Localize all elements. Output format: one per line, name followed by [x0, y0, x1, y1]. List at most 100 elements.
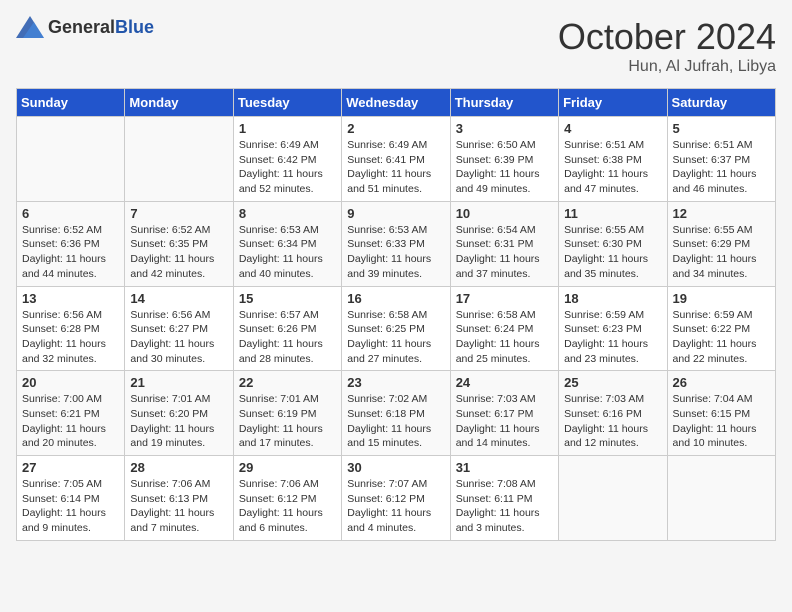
day-number: 2 [347, 121, 444, 136]
cell-info: Sunrise: 6:53 AMSunset: 6:34 PMDaylight:… [239, 223, 336, 282]
location-title: Hun, Al Jufrah, Libya [558, 58, 776, 76]
calendar-cell: 4 Sunrise: 6:51 AMSunset: 6:38 PMDaylight… [559, 117, 667, 202]
cell-info: Sunrise: 7:01 AMSunset: 6:19 PMDaylight:… [239, 392, 336, 451]
day-header-saturday: Saturday [667, 89, 775, 117]
calendar-cell: 2 Sunrise: 6:49 AMSunset: 6:41 PMDaylight… [342, 117, 450, 202]
cell-info: Sunrise: 7:07 AMSunset: 6:12 PMDaylight:… [347, 477, 444, 536]
calendar-cell: 20Sunrise: 7:00 AMSunset: 6:21 PMDayligh… [17, 371, 125, 456]
cell-info: Sunrise: 6:51 AMSunset: 6:38 PMDaylight:… [564, 138, 661, 197]
day-number: 10 [456, 206, 553, 221]
calendar-cell: 30 Sunrise: 7:07 AMSunset: 6:12 PMDayligh… [342, 456, 450, 541]
cell-info: Sunrise: 6:52 AMSunset: 6:35 PMDaylight:… [130, 223, 227, 282]
cell-info: Sunrise: 6:52 AMSunset: 6:36 PMDaylight:… [22, 223, 119, 282]
cell-info: Sunrise: 7:02 AMSunset: 6:18 PMDaylight:… [347, 392, 444, 451]
cell-info: Sunrise: 7:06 AMSunset: 6:12 PMDaylight:… [239, 477, 336, 536]
calendar-week-row: 6 Sunrise: 6:52 AMSunset: 6:36 PMDaylight… [17, 201, 776, 286]
day-number: 4 [564, 121, 661, 136]
day-number: 7 [130, 206, 227, 221]
calendar-cell: 22 Sunrise: 7:01 AMSunset: 6:19 PMDayligh… [233, 371, 341, 456]
cell-info: Sunrise: 7:00 AMSunset: 6:21 PMDaylight:… [22, 392, 119, 451]
day-number: 17 [456, 291, 553, 306]
day-number: 16 [347, 291, 444, 306]
day-number: 12 [673, 206, 770, 221]
day-number: 11 [564, 206, 661, 221]
cell-info: Sunrise: 7:04 AMSunset: 6:15 PMDaylight:… [673, 392, 770, 451]
day-number: 15 [239, 291, 336, 306]
day-number: 23 [347, 375, 444, 390]
calendar-cell: 29 Sunrise: 7:06 AMSunset: 6:12 PMDayligh… [233, 456, 341, 541]
calendar-cell: 7 Sunrise: 6:52 AMSunset: 6:35 PMDaylight… [125, 201, 233, 286]
calendar-cell: 25Sunrise: 7:03 AMSunset: 6:16 PMDayligh… [559, 371, 667, 456]
title-block: October 2024 Hun, Al Jufrah, Libya [558, 16, 776, 76]
page-header: GeneralBlue October 2024 Hun, Al Jufrah,… [16, 16, 776, 76]
calendar-cell [667, 456, 775, 541]
calendar-cell: 23 Sunrise: 7:02 AMSunset: 6:18 PMDayligh… [342, 371, 450, 456]
calendar-cell: 19Sunrise: 6:59 AMSunset: 6:22 PMDayligh… [667, 286, 775, 371]
calendar-cell: 8Sunrise: 6:53 AMSunset: 6:34 PMDaylight… [233, 201, 341, 286]
cell-info: Sunrise: 7:01 AMSunset: 6:20 PMDaylight:… [130, 392, 227, 451]
calendar-cell: 6 Sunrise: 6:52 AMSunset: 6:36 PMDaylight… [17, 201, 125, 286]
day-header-tuesday: Tuesday [233, 89, 341, 117]
calendar-cell: 1Sunrise: 6:49 AMSunset: 6:42 PMDaylight… [233, 117, 341, 202]
calendar-cell: 16 Sunrise: 6:58 AMSunset: 6:25 PMDayligh… [342, 286, 450, 371]
day-header-wednesday: Wednesday [342, 89, 450, 117]
calendar-cell: 5 Sunrise: 6:51 AMSunset: 6:37 PMDaylight… [667, 117, 775, 202]
day-header-thursday: Thursday [450, 89, 558, 117]
cell-info: Sunrise: 6:58 AMSunset: 6:24 PMDaylight:… [456, 308, 553, 367]
calendar-cell: 24Sunrise: 7:03 AMSunset: 6:17 PMDayligh… [450, 371, 558, 456]
calendar-cell: 31 Sunrise: 7:08 AMSunset: 6:11 PMDayligh… [450, 456, 558, 541]
cell-info: Sunrise: 6:55 AMSunset: 6:29 PMDaylight:… [673, 223, 770, 282]
cell-info: Sunrise: 7:03 AMSunset: 6:17 PMDaylight:… [456, 392, 553, 451]
day-number: 30 [347, 460, 444, 475]
calendar-cell: 13 Sunrise: 6:56 AMSunset: 6:28 PMDayligh… [17, 286, 125, 371]
cell-info: Sunrise: 6:50 AMSunset: 6:39 PMDaylight:… [456, 138, 553, 197]
cell-info: Sunrise: 7:08 AMSunset: 6:11 PMDaylight:… [456, 477, 553, 536]
calendar-cell: 11 Sunrise: 6:55 AMSunset: 6:30 PMDayligh… [559, 201, 667, 286]
cell-info: Sunrise: 6:56 AMSunset: 6:27 PMDaylight:… [130, 308, 227, 367]
cell-info: Sunrise: 6:59 AMSunset: 6:23 PMDaylight:… [564, 308, 661, 367]
day-number: 9 [347, 206, 444, 221]
logo-blue: Blue [115, 17, 154, 37]
cell-info: Sunrise: 6:56 AMSunset: 6:28 PMDaylight:… [22, 308, 119, 367]
day-header-monday: Monday [125, 89, 233, 117]
day-number: 14 [130, 291, 227, 306]
calendar-cell: 26 Sunrise: 7:04 AMSunset: 6:15 PMDayligh… [667, 371, 775, 456]
cell-info: Sunrise: 6:51 AMSunset: 6:37 PMDaylight:… [673, 138, 770, 197]
calendar-header-row: SundayMondayTuesdayWednesdayThursdayFrid… [17, 89, 776, 117]
day-number: 5 [673, 121, 770, 136]
calendar-cell: 28Sunrise: 7:06 AMSunset: 6:13 PMDayligh… [125, 456, 233, 541]
calendar-table: SundayMondayTuesdayWednesdayThursdayFrid… [16, 88, 776, 541]
calendar-cell: 9 Sunrise: 6:53 AMSunset: 6:33 PMDaylight… [342, 201, 450, 286]
day-header-friday: Friday [559, 89, 667, 117]
cell-info: Sunrise: 6:49 AMSunset: 6:41 PMDaylight:… [347, 138, 444, 197]
calendar-week-row: 13 Sunrise: 6:56 AMSunset: 6:28 PMDayligh… [17, 286, 776, 371]
day-number: 22 [239, 375, 336, 390]
day-number: 26 [673, 375, 770, 390]
calendar-cell: 21Sunrise: 7:01 AMSunset: 6:20 PMDayligh… [125, 371, 233, 456]
cell-info: Sunrise: 6:59 AMSunset: 6:22 PMDaylight:… [673, 308, 770, 367]
cell-info: Sunrise: 6:58 AMSunset: 6:25 PMDaylight:… [347, 308, 444, 367]
cell-info: Sunrise: 6:55 AMSunset: 6:30 PMDaylight:… [564, 223, 661, 282]
calendar-cell: 18Sunrise: 6:59 AMSunset: 6:23 PMDayligh… [559, 286, 667, 371]
calendar-cell: 27Sunrise: 7:05 AMSunset: 6:14 PMDayligh… [17, 456, 125, 541]
cell-info: Sunrise: 6:53 AMSunset: 6:33 PMDaylight:… [347, 223, 444, 282]
calendar-cell: 12 Sunrise: 6:55 AMSunset: 6:29 PMDayligh… [667, 201, 775, 286]
month-title: October 2024 [558, 16, 776, 58]
day-number: 1 [239, 121, 336, 136]
day-number: 13 [22, 291, 119, 306]
cell-info: Sunrise: 7:06 AMSunset: 6:13 PMDaylight:… [130, 477, 227, 536]
day-number: 6 [22, 206, 119, 221]
calendar-cell: 14 Sunrise: 6:56 AMSunset: 6:27 PMDayligh… [125, 286, 233, 371]
day-number: 31 [456, 460, 553, 475]
calendar-cell: 10Sunrise: 6:54 AMSunset: 6:31 PMDayligh… [450, 201, 558, 286]
calendar-cell: 3 Sunrise: 6:50 AMSunset: 6:39 PMDaylight… [450, 117, 558, 202]
calendar-week-row: 27Sunrise: 7:05 AMSunset: 6:14 PMDayligh… [17, 456, 776, 541]
day-number: 25 [564, 375, 661, 390]
day-number: 3 [456, 121, 553, 136]
logo-icon [16, 16, 44, 38]
calendar-cell: 17 Sunrise: 6:58 AMSunset: 6:24 PMDayligh… [450, 286, 558, 371]
calendar-cell: 15Sunrise: 6:57 AMSunset: 6:26 PMDayligh… [233, 286, 341, 371]
logo-general: General [48, 17, 115, 37]
calendar-cell [17, 117, 125, 202]
day-number: 29 [239, 460, 336, 475]
